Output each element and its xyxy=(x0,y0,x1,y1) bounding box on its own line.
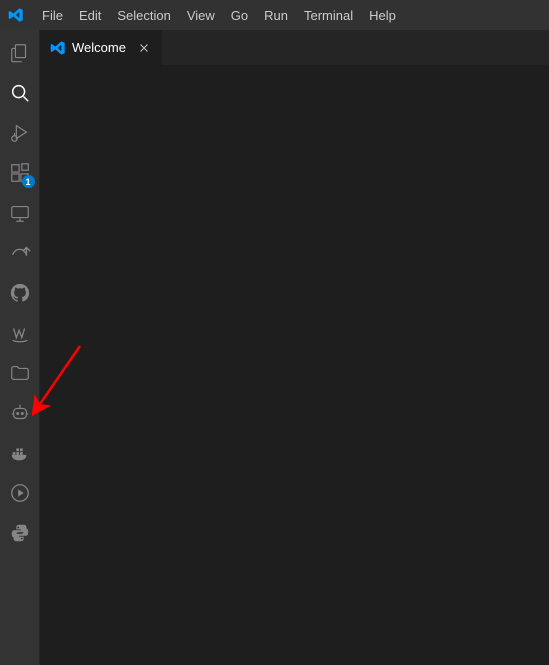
tab-bar: Welcome xyxy=(40,30,549,65)
python-icon xyxy=(9,522,31,547)
vscode-logo-icon xyxy=(8,7,24,23)
activity-explorer[interactable] xyxy=(0,34,40,74)
menu-view[interactable]: View xyxy=(179,0,223,30)
editor-area: Welcome xyxy=(40,30,549,665)
aws-icon xyxy=(9,322,31,347)
activity-github[interactable] xyxy=(0,274,40,314)
menu-run[interactable]: Run xyxy=(256,0,296,30)
activity-aws[interactable] xyxy=(0,314,40,354)
menu-edit[interactable]: Edit xyxy=(71,0,109,30)
files-icon xyxy=(9,42,31,67)
folder-icon xyxy=(9,362,31,387)
remote-icon xyxy=(9,202,31,227)
activity-bar: 1 xyxy=(0,30,40,665)
activity-python[interactable] xyxy=(0,514,40,554)
extensions-badge: 1 xyxy=(22,175,35,188)
menu-go[interactable]: Go xyxy=(223,0,256,30)
robot-icon xyxy=(9,402,31,427)
docker-icon xyxy=(9,442,31,467)
github-icon xyxy=(9,282,31,307)
tab-welcome[interactable]: Welcome xyxy=(40,30,163,65)
share-icon xyxy=(9,242,31,267)
activity-actions[interactable] xyxy=(0,474,40,514)
activity-remote[interactable] xyxy=(0,194,40,234)
activity-docker[interactable] xyxy=(0,434,40,474)
debug-icon xyxy=(9,122,31,147)
circle-play-icon xyxy=(9,482,31,507)
tab-label: Welcome xyxy=(72,40,126,55)
menu-file[interactable]: File xyxy=(34,0,71,30)
menubar: File Edit Selection View Go Run Terminal… xyxy=(0,0,549,30)
menu-selection[interactable]: Selection xyxy=(109,0,178,30)
menu-help[interactable]: Help xyxy=(361,0,404,30)
search-icon xyxy=(9,82,31,107)
activity-folders[interactable] xyxy=(0,354,40,394)
close-icon[interactable] xyxy=(136,40,152,56)
activity-run-debug[interactable] xyxy=(0,114,40,154)
activity-extensions[interactable]: 1 xyxy=(0,154,40,194)
menu-terminal[interactable]: Terminal xyxy=(296,0,361,30)
editor-content[interactable] xyxy=(40,65,549,665)
activity-copilot[interactable] xyxy=(0,394,40,434)
activity-search[interactable] xyxy=(0,74,40,114)
vscode-icon xyxy=(50,40,66,56)
activity-share[interactable] xyxy=(0,234,40,274)
